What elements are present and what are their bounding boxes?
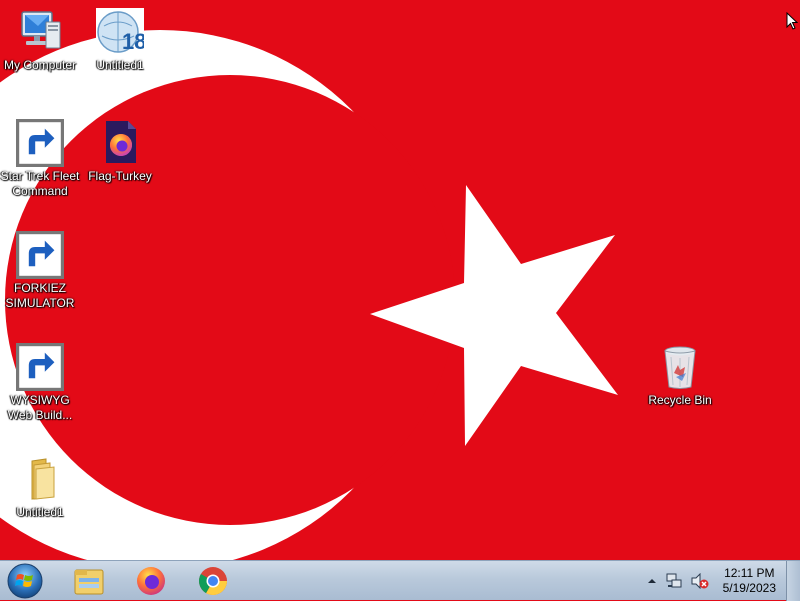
desktop-icon-untitled1-folder[interactable]: Untitled1 bbox=[0, 455, 80, 520]
mouse-cursor-icon bbox=[786, 12, 798, 30]
desktop-icon-star-trek[interactable]: Star Trek Fleet Command bbox=[0, 119, 80, 199]
system-tray: 12:11 PM 5/19/2023 bbox=[643, 561, 776, 601]
firefox-file-icon bbox=[96, 119, 144, 167]
desktop-icon-label: FORKIEZ SIMULATOR bbox=[5, 281, 75, 310]
desktop-icon-recycle-bin[interactable]: Recycle Bin bbox=[640, 343, 720, 408]
wysiwyg-18-icon: 18 bbox=[96, 8, 144, 56]
shortcut-arrow-icon bbox=[16, 343, 64, 391]
clock-date: 5/19/2023 bbox=[722, 581, 776, 595]
taskbar-chrome[interactable] bbox=[188, 563, 238, 599]
star-trek-icon bbox=[16, 119, 64, 167]
desktop-icon-label: Untitled1 bbox=[96, 58, 144, 72]
taskbar-file-explorer[interactable] bbox=[64, 563, 114, 599]
show-hidden-icons-button[interactable] bbox=[647, 576, 657, 586]
turkey-flag-wallpaper bbox=[0, 0, 800, 560]
desktop-icon-label: Star Trek Fleet Command bbox=[0, 169, 80, 198]
taskbar: 12:11 PM 5/19/2023 bbox=[0, 560, 800, 601]
desktop-icon-flag-turkey[interactable]: Flag-Turkey bbox=[80, 119, 160, 184]
volume-muted-icon bbox=[691, 573, 709, 589]
chrome-icon bbox=[199, 567, 227, 595]
desktop-icon-my-computer[interactable]: My Computer bbox=[0, 8, 80, 73]
desktop-icon-label: My Computer bbox=[3, 58, 77, 72]
volume-tray-button[interactable] bbox=[691, 573, 709, 589]
svg-text:18: 18 bbox=[122, 29, 144, 54]
clock[interactable]: 12:11 PM 5/19/2023 bbox=[723, 566, 776, 596]
shortcut-arrow-icon bbox=[16, 119, 64, 167]
desktop-icon-label: WYSIWYG Web Build... bbox=[7, 393, 73, 422]
desktop-icon-label: Untitled1 bbox=[16, 505, 64, 519]
folder-explorer-icon bbox=[74, 569, 104, 595]
show-desktop-button[interactable] bbox=[786, 561, 800, 601]
desktop[interactable]: My Computer 18 Untitled1 Star Trek Fleet… bbox=[0, 0, 800, 560]
folder-icon bbox=[16, 455, 64, 503]
desktop-icon-label: Flag-Turkey bbox=[88, 169, 152, 183]
shortcut-arrow-icon bbox=[16, 231, 64, 279]
desktop-icon-forkiez[interactable]: FORKIEZ SIMULATOR bbox=[0, 231, 80, 311]
desktop-icon-wysiwyg[interactable]: 18 WYSIWYG Web Build... bbox=[0, 343, 80, 423]
network-tray-button[interactable] bbox=[665, 573, 683, 589]
desktop-icon-label: Recycle Bin bbox=[648, 393, 712, 407]
desktop-icon-untitled1-wysiwyg[interactable]: 18 Untitled1 bbox=[80, 8, 160, 73]
chevron-up-icon bbox=[647, 579, 656, 583]
clock-time: 12:11 PM bbox=[724, 566, 775, 580]
firefox-icon bbox=[137, 567, 165, 595]
start-button[interactable] bbox=[2, 561, 48, 601]
computer-icon bbox=[16, 8, 64, 56]
network-icon bbox=[666, 573, 682, 588]
wysiwyg-18-icon: 18 bbox=[16, 343, 64, 391]
windows-start-icon bbox=[7, 563, 43, 599]
globe-icon bbox=[16, 231, 64, 279]
taskbar-firefox[interactable] bbox=[126, 563, 176, 599]
recycle-bin-icon bbox=[656, 343, 704, 391]
